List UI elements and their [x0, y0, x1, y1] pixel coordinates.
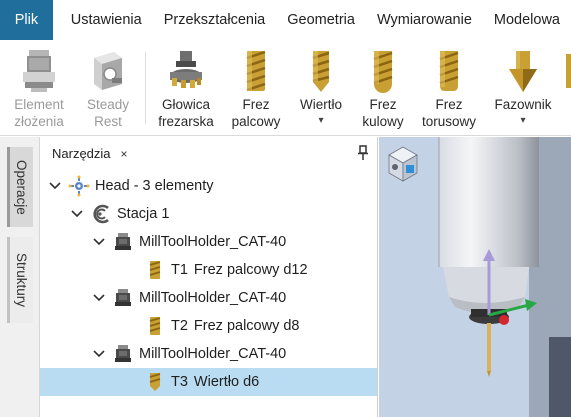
- steady-rest-icon: [86, 46, 130, 96]
- ribbon-separator: [145, 52, 146, 124]
- tool-name: Wiertło d6: [193, 374, 260, 390]
- torus-mill-label-2: torusowy: [421, 114, 477, 129]
- machine-render: [379, 137, 571, 417]
- tree-node-tool[interactable]: T1 Frez palcowy d12: [40, 256, 377, 284]
- side-tab-strip: Operacje Struktury: [0, 137, 40, 417]
- tab-tools[interactable]: Narzędzia ×: [40, 137, 136, 170]
- tree-node-head[interactable]: Head - 3 elementy: [40, 172, 377, 200]
- end-mill-button[interactable]: Frez palcowy: [226, 40, 286, 136]
- torus-mill-label-1: Frez: [435, 97, 463, 112]
- tab-operations[interactable]: Operacje: [7, 147, 33, 227]
- drill-button[interactable]: Wiertło ▾: [292, 40, 350, 136]
- assembly-element-label-1: Element: [14, 97, 64, 112]
- ball-mill-label-1: Frez: [369, 97, 397, 112]
- tool-holder-icon: [112, 231, 134, 253]
- torus-mill-button[interactable]: Frez torusowy: [416, 40, 482, 136]
- milling-head-label-1: Głowica: [161, 97, 210, 112]
- chamfer-mill-dropdown-icon[interactable]: ▾: [520, 115, 525, 127]
- menu-transformations[interactable]: Przekształcenia: [153, 0, 277, 40]
- close-icon[interactable]: ×: [121, 147, 128, 161]
- head-icon: [68, 175, 90, 197]
- tab-tools-label: Narzędzia: [52, 146, 111, 161]
- ball-mill-button[interactable]: Frez kulowy: [356, 40, 410, 136]
- holder-label: MillToolHolder_CAT-40: [139, 290, 287, 306]
- drill-label: Wiertło: [299, 97, 342, 112]
- tool-name: Frez palcowy d12: [193, 262, 308, 278]
- pin-icon[interactable]: [356, 145, 370, 161]
- drill-dropdown-icon[interactable]: ▾: [318, 115, 323, 127]
- assembly-element-label-2: złożenia: [14, 114, 64, 129]
- more-tools-button[interactable]: u: [560, 40, 571, 136]
- more-tools-icon: [560, 46, 571, 96]
- menu-geometry[interactable]: Geometria: [276, 0, 366, 40]
- milling-head-label-2: frezarska: [158, 114, 214, 129]
- end-mill-icon: [234, 46, 278, 96]
- tree-node-holder[interactable]: MillToolHolder_CAT-40: [40, 228, 377, 256]
- end-mill-label-1: Frez: [242, 97, 270, 112]
- menu-file[interactable]: Plik: [0, 0, 53, 40]
- tree-node-tool-selected[interactable]: T3 Wiertło d6: [40, 368, 377, 396]
- milling-head-button[interactable]: Głowica frezarska: [154, 40, 218, 136]
- panel-header: Narzędzia ×: [40, 137, 378, 170]
- tree-node-station[interactable]: Stacja 1: [40, 200, 377, 228]
- ribbon: Element złożenia Steady Rest Głowica fre…: [0, 40, 571, 136]
- chamfer-mill-label: Fazownik: [494, 97, 552, 112]
- menu-bar: Plik Ustawienia Przekształcenia Geometri…: [0, 0, 571, 40]
- tab-structures[interactable]: Struktury: [7, 237, 33, 323]
- tool-name: Frez palcowy d8: [193, 318, 300, 334]
- drill-icon: [299, 46, 343, 96]
- chamfer-mill-icon: [501, 46, 545, 96]
- assembly-element-button[interactable]: Element złożenia: [8, 40, 70, 136]
- assembly-element-icon: [17, 46, 61, 96]
- holder-label: MillToolHolder_CAT-40: [139, 346, 287, 362]
- torus-mill-icon: [427, 46, 471, 96]
- chevron-down-icon[interactable]: [92, 235, 106, 249]
- tool-holder-icon: [112, 287, 134, 309]
- chevron-down-icon[interactable]: [70, 207, 84, 221]
- tree-node-holder[interactable]: MillToolHolder_CAT-40: [40, 284, 377, 312]
- app-window: Plik Ustawienia Przekształcenia Geometri…: [0, 0, 571, 417]
- tab-operations-label: Operacje: [14, 159, 29, 215]
- tab-structures-label: Struktury: [14, 252, 29, 307]
- ball-mill-label-2: kulowy: [362, 114, 404, 129]
- tool-holder-icon: [112, 343, 134, 365]
- tool-id: T2: [171, 318, 188, 334]
- station-icon: [90, 203, 112, 225]
- tool-tree: Head - 3 elementy Stacja 1 MillToolHolde…: [40, 172, 377, 396]
- steady-rest-label-1: Steady: [86, 97, 130, 112]
- tools-panel: Narzędzia × Head - 3 elementy Stacja 1 M…: [40, 137, 378, 417]
- end-mill-icon: [144, 315, 166, 337]
- holder-label: MillToolHolder_CAT-40: [139, 234, 287, 250]
- steady-rest-button[interactable]: Steady Rest: [80, 40, 136, 136]
- drill-icon: [144, 371, 166, 393]
- chevron-down-icon[interactable]: [92, 347, 106, 361]
- tool-id: T1: [171, 262, 188, 278]
- chevron-down-icon[interactable]: [48, 179, 62, 193]
- 3d-viewport[interactable]: [379, 137, 571, 417]
- steady-rest-label-2: Rest: [94, 114, 122, 129]
- tool-id: T3: [171, 374, 188, 390]
- chevron-down-icon[interactable]: [92, 291, 106, 305]
- menu-dimensioning[interactable]: Wymiarowanie: [366, 0, 483, 40]
- chamfer-mill-button[interactable]: Fazownik ▾: [490, 40, 556, 136]
- end-mill-icon: [144, 259, 166, 281]
- head-label: Head - 3 elementy: [95, 178, 214, 194]
- end-mill-label-2: palcowy: [231, 114, 281, 129]
- milling-head-icon: [164, 46, 208, 96]
- menu-settings[interactable]: Ustawienia: [53, 0, 153, 40]
- menu-modeling[interactable]: Modelowa: [483, 0, 571, 40]
- ball-mill-icon: [361, 46, 405, 96]
- tree-node-tool[interactable]: T2 Frez palcowy d8: [40, 312, 377, 340]
- station-label: Stacja 1: [117, 206, 170, 222]
- tree-node-holder[interactable]: MillToolHolder_CAT-40: [40, 340, 377, 368]
